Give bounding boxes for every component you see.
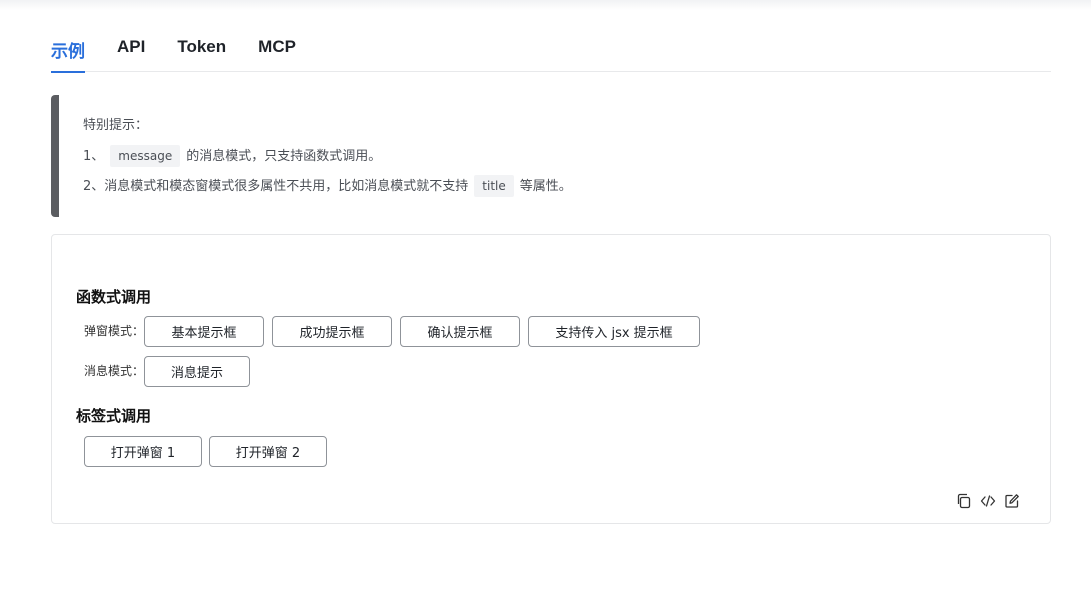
tab-token[interactable]: Token [177, 36, 226, 72]
edit-icon[interactable] [1004, 493, 1020, 509]
success-alert-button[interactable]: 成功提示框 [272, 316, 392, 347]
notice-block: 特别提示： 1、 message 的消息模式，只支持函数式调用。 2、消息模式和模态… [51, 95, 1051, 217]
jsx-alert-button[interactable]: 支持传入 jsx 提示框 [528, 316, 700, 347]
tab-bar: 示例 API Token MCP [51, 36, 1051, 73]
tab-mcp[interactable]: MCP [258, 36, 296, 72]
copy-icon[interactable] [956, 493, 972, 509]
code-title: title [474, 175, 514, 197]
message-button[interactable]: 消息提示 [144, 356, 250, 387]
basic-alert-button[interactable]: 基本提示框 [144, 316, 264, 347]
message-mode-label: 消息模式： [84, 364, 145, 378]
demo-toolbar [956, 493, 1020, 509]
demo-card: 函数式调用 弹窗模式： 基本提示框 成功提示框 确认提示框 支持传入 jsx 提… [51, 234, 1051, 524]
code-message: message [110, 145, 181, 167]
tab-examples[interactable]: 示例 [51, 36, 85, 73]
functional-title: 函数式调用 [76, 288, 152, 306]
notice-line-1-suffix: 的消息模式，只支持函数式调用。 [186, 149, 382, 164]
notice-line-1-prefix: 1、 [83, 149, 105, 164]
notice-title: 特别提示： [83, 118, 149, 133]
tab-api[interactable]: API [117, 36, 145, 72]
notice-line-2-suffix: 等属性。 [519, 179, 572, 194]
notice-line-1: 1、 message 的消息模式，只支持函数式调用。 [83, 145, 1051, 175]
code-icon[interactable] [980, 493, 996, 509]
confirm-alert-button[interactable]: 确认提示框 [400, 316, 520, 347]
tag-title: 标签式调用 [76, 407, 152, 425]
notice-line-2: 2、消息模式和模态窗模式很多属性不共用，比如消息模式就不支持 title 等属性。 [83, 175, 1051, 205]
open-modal-2-button[interactable]: 打开弹窗 2 [209, 436, 327, 467]
modal-mode-label: 弹窗模式： [84, 324, 145, 338]
notice-line-2-prefix: 2、消息模式和模态窗模式很多属性不共用，比如消息模式就不支持 [83, 179, 469, 194]
top-shadow [0, 0, 1091, 10]
open-modal-1-button[interactable]: 打开弹窗 1 [84, 436, 202, 467]
